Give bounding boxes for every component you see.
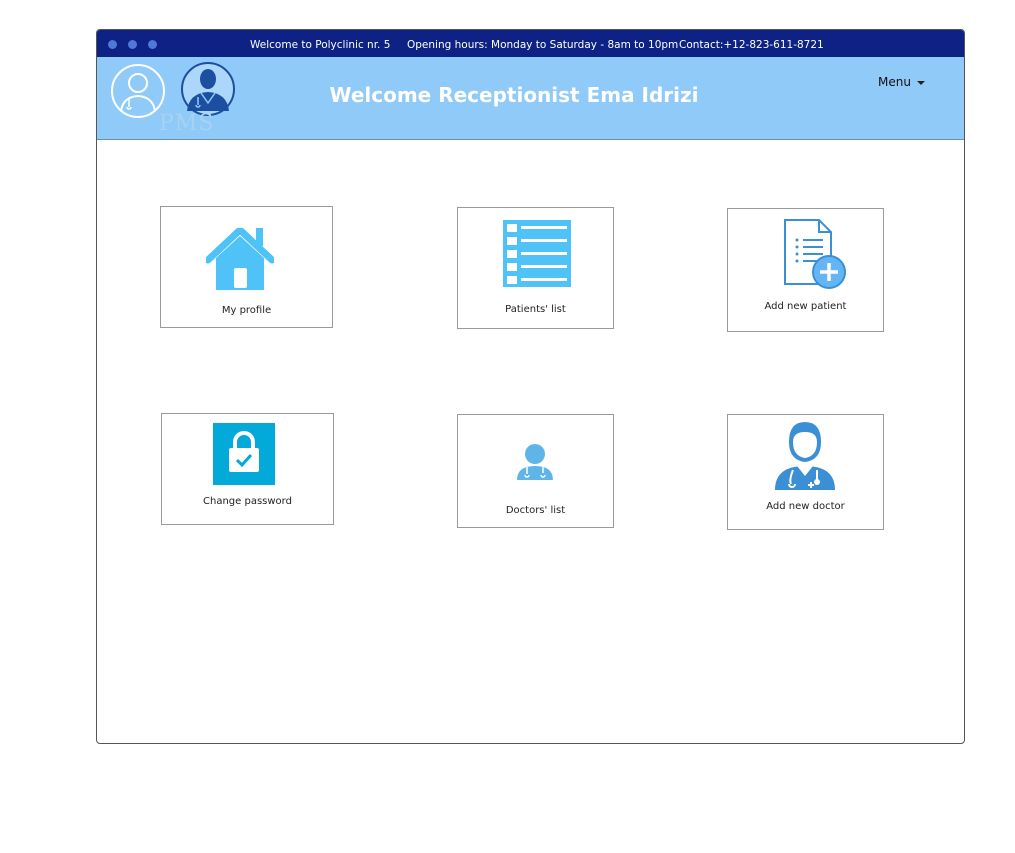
lock-icon [213, 423, 275, 485]
menu-label: Menu [878, 75, 911, 89]
my-profile-tile[interactable]: My profile [160, 206, 333, 328]
doctors-list-label: Doctors' list [505, 505, 566, 516]
add-new-patient-tile[interactable]: Add new patient [727, 208, 884, 332]
patients-list-tile[interactable]: Patients' list [457, 207, 614, 329]
contact-text: Contact:+12-823-611-8721 [679, 39, 824, 51]
window-dot-3-icon[interactable] [148, 40, 157, 49]
my-profile-label: My profile [221, 305, 272, 316]
top-info-bar: Welcome to Polyclinic nr. 5 Opening hour… [97, 30, 964, 57]
doctor-icon [517, 444, 553, 480]
window-dot-1-icon[interactable] [108, 40, 117, 49]
add-new-patient-label: Add new patient [764, 301, 847, 312]
change-password-tile[interactable]: Change password [161, 413, 334, 525]
window-dot-2-icon[interactable] [128, 40, 137, 49]
opening-hours-text: Opening hours: Monday to Saturday - 8am … [407, 39, 679, 51]
page-header: PMS Welcome Receptionist Ema Idrizi Menu [97, 57, 964, 140]
add-doctor-icon [775, 422, 835, 490]
change-password-label: Change password [203, 496, 292, 507]
caret-down-icon [916, 80, 925, 85]
page-title: Welcome Receptionist Ema Idrizi [329, 83, 699, 107]
add-new-doctor-tile[interactable]: Add new doctor [727, 414, 884, 530]
list-icon [503, 220, 571, 287]
home-icon [206, 228, 274, 290]
doctors-list-tile[interactable]: Doctors' list [457, 414, 614, 528]
pms-logo-text: PMS [159, 111, 215, 136]
document-add-icon [784, 219, 846, 289]
app-window: Welcome to Polyclinic nr. 5 Opening hour… [96, 29, 965, 744]
welcome-text: Welcome to Polyclinic nr. 5 [250, 39, 391, 51]
patients-list-label: Patients' list [505, 304, 566, 315]
add-new-doctor-label: Add new doctor [766, 501, 845, 512]
menu-dropdown[interactable]: Menu [878, 75, 925, 89]
